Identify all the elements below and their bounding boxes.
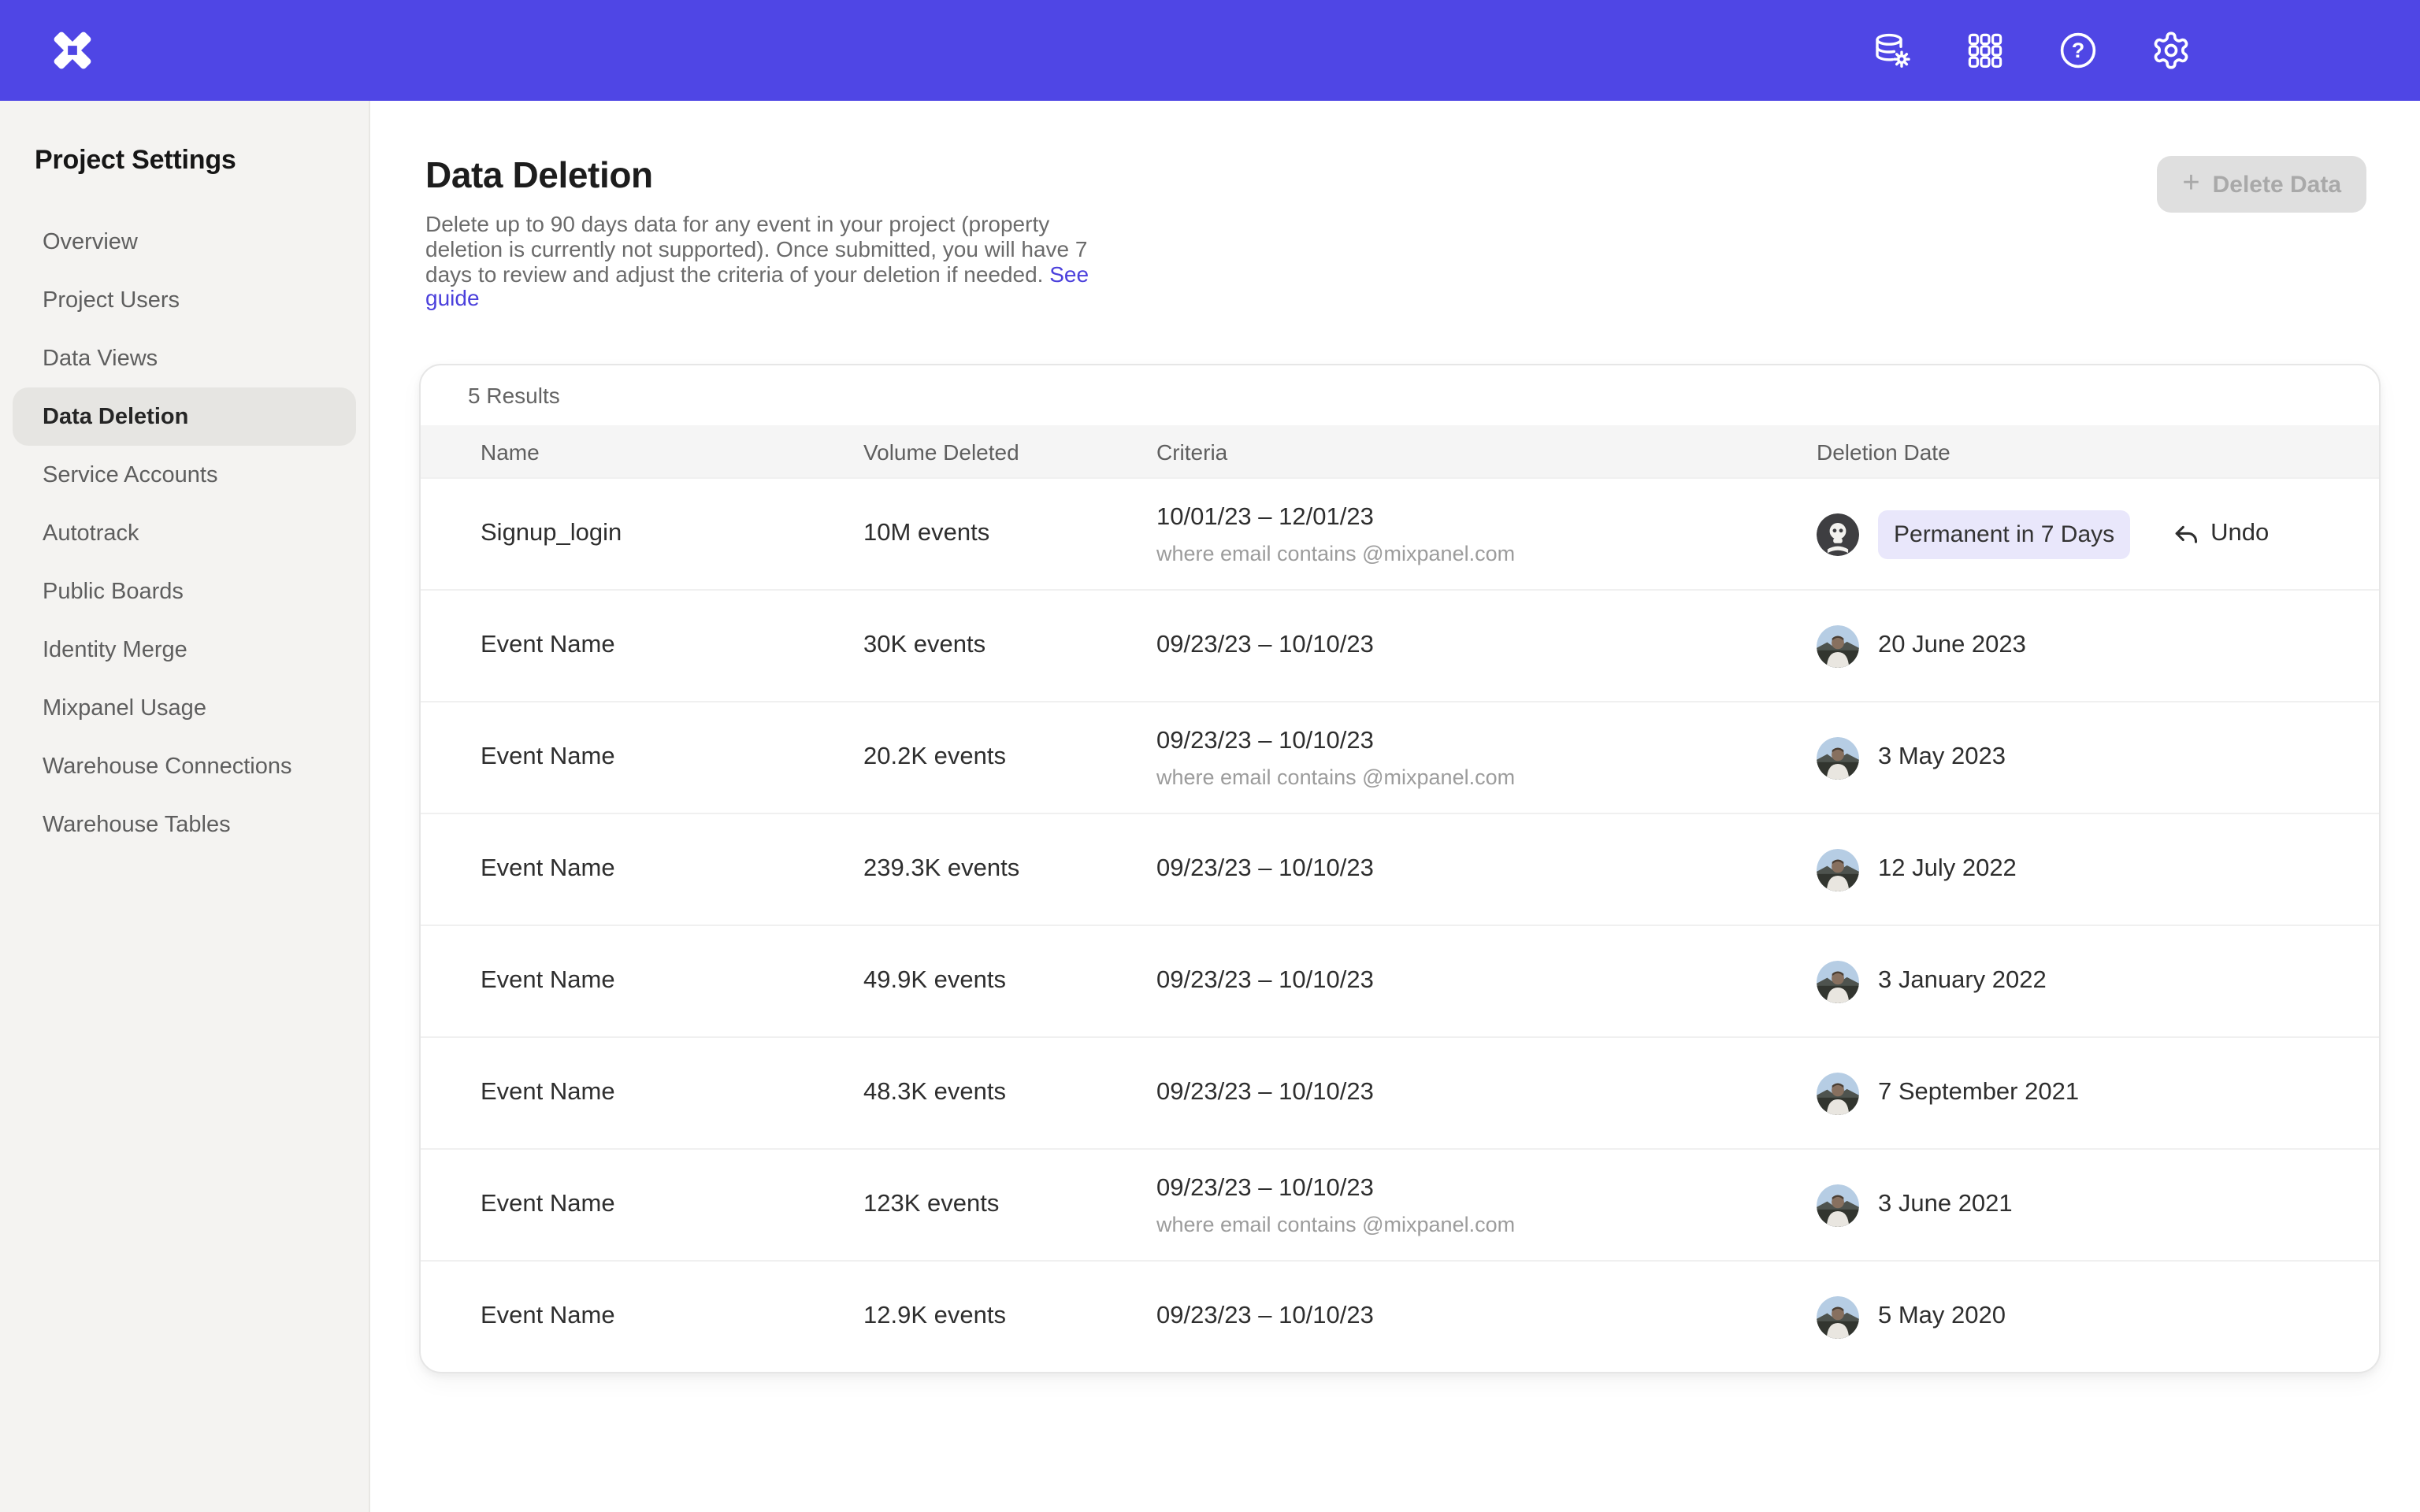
page-description: Delete up to 90 days data for any event … [425, 213, 1122, 312]
sidebar-item-data-views[interactable]: Data Views [13, 329, 356, 387]
cell-deletion-date: 3 January 2022 [1817, 960, 2379, 1002]
cell-name: Event Name [481, 632, 863, 660]
status-badge: Permanent in 7 Days [1878, 510, 2130, 558]
delete-data-button[interactable]: + Delete Data [2157, 156, 2366, 213]
table-row: Event Name 123K events 09/23/23 – 10/10/… [421, 1148, 2379, 1260]
sidebar-item-data-deletion[interactable]: Data Deletion [13, 387, 356, 446]
avatar [1817, 960, 1859, 1002]
cell-criteria: 09/23/23 – 10/10/23 [1156, 1079, 1817, 1107]
table-row: Event Name 12.9K events 09/23/23 – 10/10… [421, 1260, 2379, 1372]
avatar [1817, 1184, 1859, 1226]
cell-deletion-date: Permanent in 7 Days Undo [1817, 510, 2379, 558]
sidebar-item-warehouse-tables[interactable]: Warehouse Tables [13, 795, 356, 854]
cell-name: Event Name [481, 1303, 863, 1331]
table-row: Event Name 48.3K events 09/23/23 – 10/10… [421, 1036, 2379, 1148]
deletion-date-text: 7 September 2021 [1878, 1079, 2079, 1107]
table-row: Event Name 30K events 09/23/23 – 10/10/2… [421, 589, 2379, 701]
plus-icon: + [2182, 168, 2199, 198]
undo-icon [2171, 520, 2199, 548]
cell-volume: 30K events [863, 632, 1156, 660]
cell-volume: 10M events [863, 520, 1156, 548]
cell-name: Event Name [481, 967, 863, 995]
cell-name: Signup_login [481, 520, 863, 548]
cell-name: Event Name [481, 1079, 863, 1107]
criteria-filter: where email contains @mixpanel.com [1156, 1212, 1817, 1236]
cell-deletion-date: 3 June 2021 [1817, 1184, 2379, 1226]
deletion-requests-card: 5 Results Name Volume Deleted Criteria D… [419, 364, 2381, 1373]
top-navigation-bar: ? [0, 0, 2420, 101]
table-row: Event Name 239.3K events 09/23/23 – 10/1… [421, 813, 2379, 925]
sidebar-item-service-accounts[interactable]: Service Accounts [13, 446, 356, 504]
sidebar-nav: Overview Project Users Data Views Data D… [0, 213, 369, 854]
undo-button[interactable]: Undo [2171, 520, 2269, 548]
deletion-date-text: 5 May 2020 [1878, 1303, 2006, 1331]
deletion-date-text: 3 June 2021 [1878, 1191, 2013, 1219]
table-row: Signup_login 10M events 10/01/23 – 12/01… [421, 477, 2379, 589]
cell-deletion-date: 12 July 2022 [1817, 848, 2379, 891]
column-header-volume-deleted: Volume Deleted [863, 439, 1156, 464]
cell-deletion-date: 3 May 2023 [1817, 736, 2379, 779]
criteria-filter: where email contains @mixpanel.com [1156, 541, 1817, 565]
page-title: Data Deletion [425, 154, 2420, 197]
avatar [1817, 513, 1859, 555]
svg-text:?: ? [2072, 39, 2085, 62]
cell-volume: 49.9K events [863, 967, 1156, 995]
cell-volume: 239.3K events [863, 855, 1156, 884]
table-header-row: Name Volume Deleted Criteria Deletion Da… [421, 425, 2379, 477]
main-content: Data Deletion Delete up to 90 days data … [370, 101, 2420, 1512]
table-row: Event Name 20.2K events 09/23/23 – 10/10… [421, 701, 2379, 813]
criteria-filter: where email contains @mixpanel.com [1156, 765, 1817, 788]
help-icon[interactable]: ? [2047, 19, 2110, 82]
cell-name: Event Name [481, 855, 863, 884]
column-header-name: Name [481, 439, 863, 464]
cell-volume: 20.2K events [863, 743, 1156, 772]
cell-criteria: 09/23/23 – 10/10/23 where email contains… [1156, 1174, 1817, 1236]
table-row: Event Name 49.9K events 09/23/23 – 10/10… [421, 925, 2379, 1036]
avatar [1817, 1295, 1859, 1338]
cell-criteria: 10/01/23 – 12/01/23 where email contains… [1156, 503, 1817, 565]
cell-criteria: 09/23/23 – 10/10/23 [1156, 1303, 1817, 1331]
cell-volume: 48.3K events [863, 1079, 1156, 1107]
cell-deletion-date: 20 June 2023 [1817, 624, 2379, 667]
avatar [1817, 1072, 1859, 1114]
sidebar-item-overview[interactable]: Overview [13, 213, 356, 271]
cell-name: Event Name [481, 1191, 863, 1219]
cell-criteria: 09/23/23 – 10/10/23 [1156, 855, 1817, 884]
cell-deletion-date: 5 May 2020 [1817, 1295, 2379, 1338]
sidebar-item-identity-merge[interactable]: Identity Merge [13, 621, 356, 679]
deletion-date-text: 20 June 2023 [1878, 632, 2026, 660]
database-settings-icon[interactable] [1861, 19, 1924, 82]
avatar [1817, 848, 1859, 891]
deletion-date-text: 3 May 2023 [1878, 743, 2006, 772]
cell-criteria: 09/23/23 – 10/10/23 where email contains… [1156, 727, 1817, 788]
sidebar-item-mixpanel-usage[interactable]: Mixpanel Usage [13, 679, 356, 737]
avatar [1817, 736, 1859, 779]
deletion-date-text: 3 January 2022 [1878, 967, 2047, 995]
settings-gear-icon[interactable] [2140, 19, 2203, 82]
avatar [1817, 624, 1859, 667]
cell-volume: 123K events [863, 1191, 1156, 1219]
apps-grid-icon[interactable] [1954, 19, 2017, 82]
cell-criteria: 09/23/23 – 10/10/23 [1156, 967, 1817, 995]
cell-name: Event Name [481, 743, 863, 772]
cell-deletion-date: 7 September 2021 [1817, 1072, 2379, 1114]
sidebar-item-autotrack[interactable]: Autotrack [13, 504, 356, 562]
results-count: 5 Results [421, 365, 2379, 425]
project-settings-sidebar: Project Settings Overview Project Users … [0, 101, 370, 1512]
column-header-deletion-date: Deletion Date [1817, 439, 2379, 464]
app-window: ? Project Settings Overview Project User… [0, 0, 2420, 1512]
mixpanel-logo-icon[interactable] [47, 25, 98, 76]
cell-volume: 12.9K events [863, 1303, 1156, 1331]
deletion-date-text: 12 July 2022 [1878, 855, 2017, 884]
sidebar-item-project-users[interactable]: Project Users [13, 271, 356, 329]
topbar-icon-group: ? [1861, 19, 2203, 82]
column-header-criteria: Criteria [1156, 439, 1817, 464]
sidebar-item-public-boards[interactable]: Public Boards [13, 562, 356, 621]
cell-criteria: 09/23/23 – 10/10/23 [1156, 632, 1817, 660]
sidebar-title: Project Settings [35, 145, 369, 176]
sidebar-item-warehouse-connections[interactable]: Warehouse Connections [13, 737, 356, 795]
